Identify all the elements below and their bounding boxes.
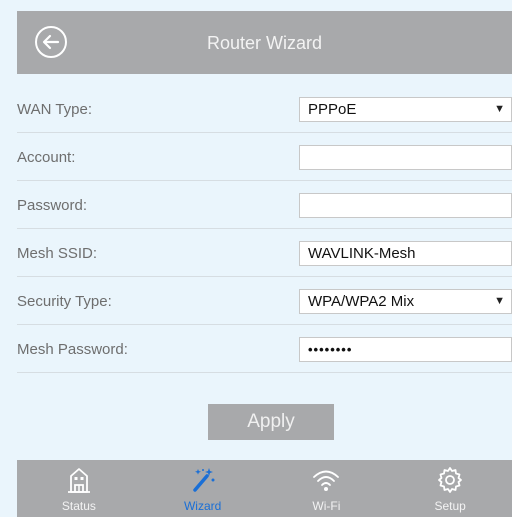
password-row: Password: [17,183,512,229]
magic-wand-icon [192,468,215,492]
mesh-password-row: Mesh Password: •••••••• [17,327,512,373]
bottom-nav: Status Wizard Wi-Fi Setup [17,460,512,517]
dropdown-arrow-icon: ▼ [494,103,505,115]
account-input[interactable] [299,145,512,170]
account-row: Account: [17,135,512,181]
building-icon [67,468,90,493]
password-input[interactable] [299,193,512,218]
nav-item-wifi[interactable]: Wi-Fi [265,460,389,517]
gear-icon [438,467,463,493]
page-title: Router Wizard [206,33,323,53]
mesh-ssid-label: Mesh SSID: [17,245,98,262]
nav-item-setup-label: Setup [434,499,466,513]
apply-button[interactable]: Apply [208,404,334,440]
wan-type-select[interactable]: PPPoE ▼ [299,97,512,122]
security-type-row: Security Type: WPA/WPA2 Mix ▼ [17,279,512,325]
nav-item-wizard[interactable]: Wizard [141,460,265,517]
security-type-label: Security Type: [17,293,112,310]
mesh-ssid-value: WAVLINK-Mesh [308,245,416,262]
security-type-value: WPA/WPA2 Mix [308,293,415,310]
nav-item-wizard-label: Wizard [183,499,222,513]
wan-type-value: PPPoE [308,101,357,118]
dropdown-arrow-icon: ▼ [494,295,505,307]
wifi-icon [313,470,340,491]
header-bar: Router Wizard [17,11,512,74]
nav-item-setup[interactable]: Setup [388,460,512,517]
nav-item-wifi-label: Wi-Fi [312,499,341,513]
account-label: Account: [17,149,76,166]
wizard-form: WAN Type: PPPoE ▼ Account: Password: Mes… [17,87,512,375]
mesh-password-label: Mesh Password: [17,341,128,358]
wan-type-row: WAN Type: PPPoE ▼ [17,87,512,133]
mesh-password-input[interactable]: •••••••• [299,337,512,362]
nav-item-status-label: Status [61,499,96,513]
mesh-password-value: •••••••• [308,342,353,357]
nav-item-status[interactable]: Status [17,460,141,517]
password-label: Password: [17,197,88,214]
security-type-select[interactable]: WPA/WPA2 Mix ▼ [299,289,512,314]
mesh-ssid-row: Mesh SSID: WAVLINK-Mesh [17,231,512,277]
mesh-ssid-input[interactable]: WAVLINK-Mesh [299,241,512,266]
wan-type-label: WAN Type: [17,101,93,118]
